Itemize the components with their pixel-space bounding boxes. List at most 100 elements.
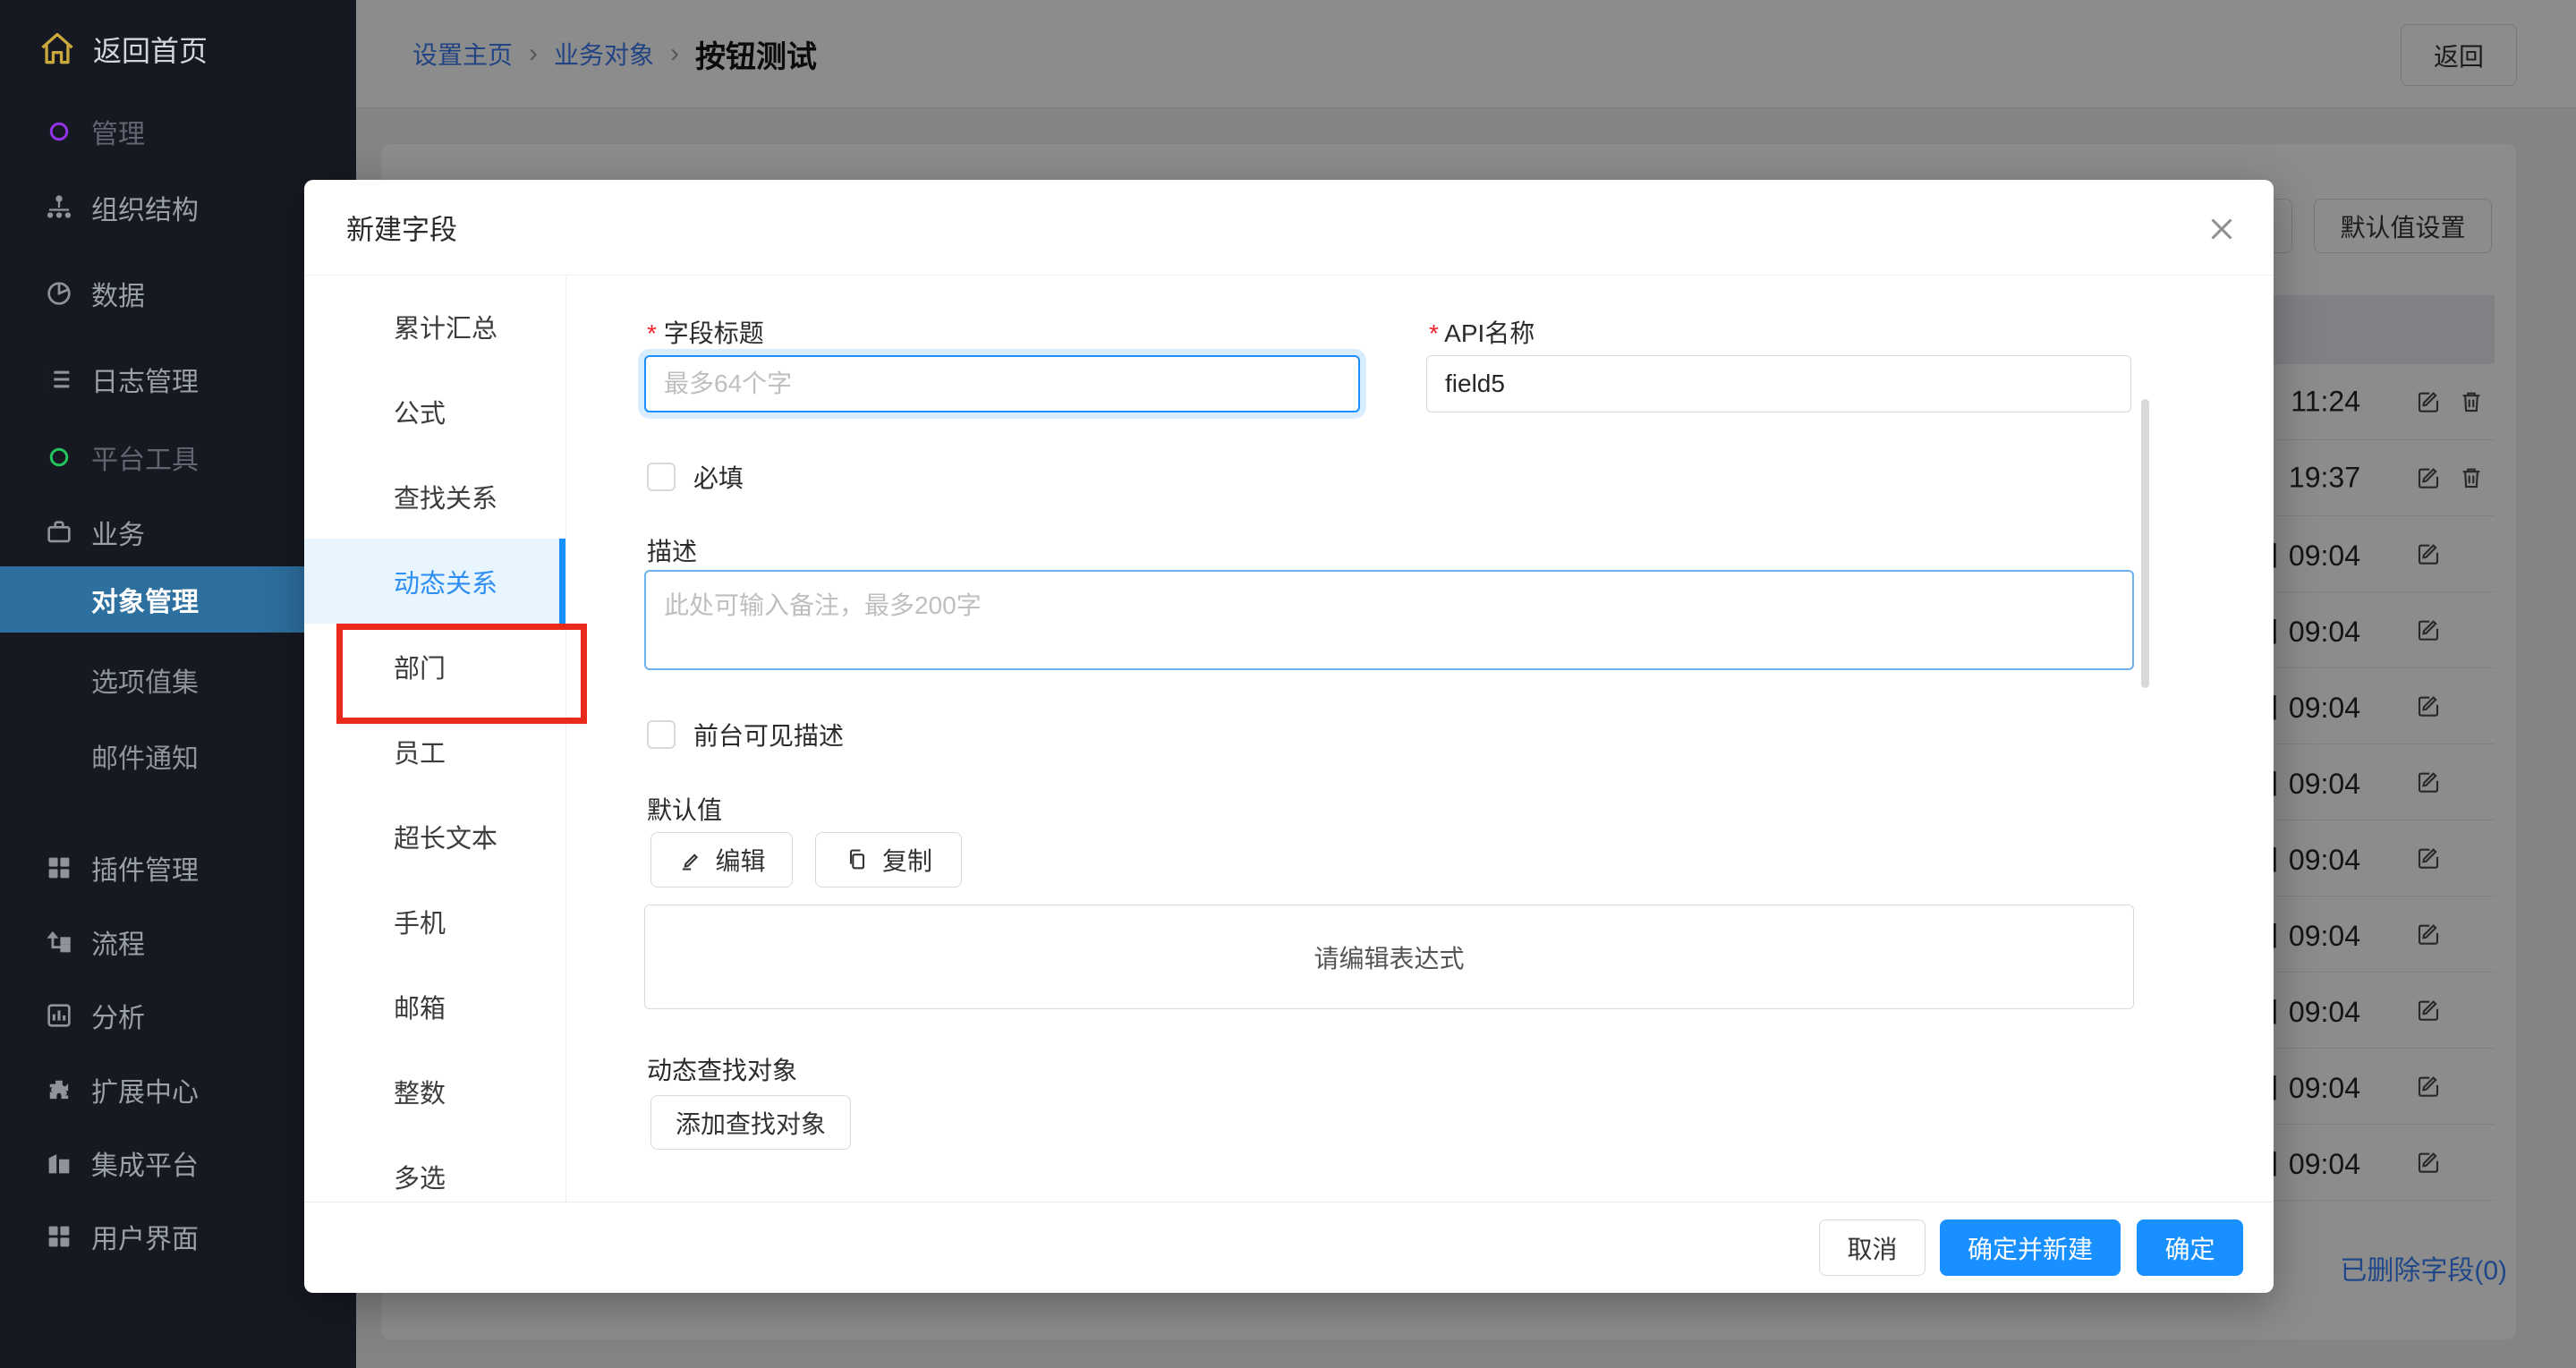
sidebar-item-0[interactable]: 管理 xyxy=(0,98,356,165)
dynamic-lookup-label: 动态查找对象 xyxy=(647,1051,797,1087)
confirm-and-new-button[interactable]: 确定并新建 xyxy=(1940,1219,2121,1276)
flow-icon xyxy=(41,924,77,960)
field-type-label: 超长文本 xyxy=(394,818,497,855)
field-type-超长文本[interactable]: 超长文本 xyxy=(304,794,565,879)
field-type-label: 多选 xyxy=(394,1158,446,1195)
sidebar-item-3[interactable]: 日志管理 xyxy=(0,346,356,412)
sidebar-item-13[interactable]: 集成平台 xyxy=(0,1130,356,1196)
description-textarea[interactable] xyxy=(644,570,2134,670)
field-type-label: 员工 xyxy=(394,733,446,770)
field-type-label: 公式 xyxy=(394,393,446,430)
sidebar-item-label: 分析 xyxy=(91,996,145,1035)
new-field-modal: 新建字段 累计汇总公式查找关系动态关系部门员工超长文本手机邮箱整数多选 字段标题… xyxy=(304,180,2274,1293)
api-name-label: API名称 xyxy=(1429,314,1535,350)
sidebar-item-label: 业务 xyxy=(91,513,145,552)
sidebar-home-label: 返回首页 xyxy=(93,29,208,70)
required-checkbox[interactable] xyxy=(647,463,676,491)
home-icon xyxy=(36,28,79,71)
field-type-label: 动态关系 xyxy=(394,563,497,600)
required-checkbox-row[interactable]: 必填 xyxy=(647,459,744,495)
default-value-label: 默认值 xyxy=(647,791,722,827)
confirm-button[interactable]: 确定 xyxy=(2137,1219,2243,1276)
building-icon xyxy=(41,1145,77,1181)
sidebar-home[interactable]: 返回首页 xyxy=(0,16,356,82)
field-type-label: 查找关系 xyxy=(394,478,497,515)
add-lookup-object-button[interactable]: 添加查找对象 xyxy=(650,1095,851,1150)
sidebar-item-label: 组织结构 xyxy=(91,188,199,227)
field-type-累计汇总[interactable]: 累计汇总 xyxy=(304,284,565,369)
required-label: 必填 xyxy=(693,459,744,495)
sidebar-item-label: 平台工具 xyxy=(91,438,199,477)
modal-body: 累计汇总公式查找关系动态关系部门员工超长文本手机邮箱整数多选 字段标题 API名… xyxy=(304,276,2274,1202)
sidebar-item-label: 管理 xyxy=(91,112,145,151)
sidebar-item-7[interactable]: 选项值集 xyxy=(0,647,356,713)
modal-header: 新建字段 xyxy=(304,180,2274,276)
sidebar-item-4[interactable]: 平台工具 xyxy=(0,424,356,490)
sidebar-item-5[interactable]: 业务 xyxy=(0,499,356,565)
grid-icon xyxy=(41,850,77,886)
log-list-icon xyxy=(41,361,77,397)
sidebar-item-11[interactable]: 分析 xyxy=(0,982,356,1049)
field-type-公式[interactable]: 公式 xyxy=(304,369,565,454)
field-title-input[interactable] xyxy=(644,355,1360,412)
expression-box[interactable]: 请编辑表达式 xyxy=(644,905,2134,1009)
field-type-label: 部门 xyxy=(394,648,446,685)
field-type-多选[interactable]: 多选 xyxy=(304,1134,565,1202)
modal-scrollbar-thumb[interactable] xyxy=(2141,399,2149,688)
modal-title: 新建字段 xyxy=(346,208,457,248)
sidebar-item-label: 集成平台 xyxy=(91,1143,199,1183)
sidebar-item-8[interactable]: 邮件通知 xyxy=(0,723,356,789)
copy-icon xyxy=(845,847,870,872)
field-type-手机[interactable]: 手机 xyxy=(304,879,565,964)
sidebar-item-label: 流程 xyxy=(91,922,145,962)
sidebar-item-label: 用户界面 xyxy=(91,1217,199,1256)
field-type-动态关系-selected[interactable]: 动态关系 xyxy=(304,539,565,624)
sidebar-item-label: 数据 xyxy=(91,274,145,313)
front-visible-checkbox-row[interactable]: 前台可见描述 xyxy=(647,717,844,752)
field-type-查找关系[interactable]: 查找关系 xyxy=(304,454,565,539)
sidebar-item-label: 邮件通知 xyxy=(91,736,199,776)
briefcase-icon xyxy=(41,514,77,550)
sidebar-item-label: 扩展中心 xyxy=(91,1070,199,1109)
modal-footer: 取消 确定并新建 确定 xyxy=(304,1202,2274,1293)
field-type-邮箱[interactable]: 邮箱 xyxy=(304,964,565,1049)
front-visible-checkbox[interactable] xyxy=(647,720,676,749)
selected-indicator-bar xyxy=(559,539,565,624)
copy-expression-button[interactable]: 复制 xyxy=(815,832,962,888)
org-chart-icon xyxy=(41,190,77,225)
grid-icon xyxy=(41,1219,77,1254)
sidebar-item-10[interactable]: 流程 xyxy=(0,909,356,975)
ring-green-icon xyxy=(41,439,77,475)
pencil-icon xyxy=(677,847,702,872)
field-title-label: 字段标题 xyxy=(647,314,764,350)
cancel-button[interactable]: 取消 xyxy=(1819,1219,1926,1276)
field-type-部门[interactable]: 部门 xyxy=(304,624,565,709)
bar-chart-icon xyxy=(41,998,77,1033)
field-type-label: 累计汇总 xyxy=(394,308,497,345)
sidebar-item-label: 日志管理 xyxy=(91,360,199,399)
field-type-整数[interactable]: 整数 xyxy=(304,1049,565,1134)
sidebar: 返回首页 管理组织结构数据日志管理平台工具业务对象管理选项值集邮件通知插件管理流… xyxy=(0,0,356,1368)
puzzle-icon xyxy=(41,1072,77,1108)
field-type-label: 邮箱 xyxy=(394,988,446,1025)
edit-expression-button[interactable]: 编辑 xyxy=(650,832,793,888)
sidebar-item-2[interactable]: 数据 xyxy=(0,260,356,327)
sidebar-item-6[interactable]: 对象管理 xyxy=(0,566,356,633)
field-type-员工[interactable]: 员工 xyxy=(304,709,565,794)
copy-button-label: 复制 xyxy=(882,842,932,878)
field-type-label: 手机 xyxy=(394,903,446,940)
field-type-list: 累计汇总公式查找关系动态关系部门员工超长文本手机邮箱整数多选 xyxy=(304,276,566,1202)
app-root: 返回首页 管理组织结构数据日志管理平台工具业务对象管理选项值集邮件通知插件管理流… xyxy=(0,0,2576,1368)
sidebar-item-9[interactable]: 插件管理 xyxy=(0,835,356,901)
sidebar-item-label: 选项值集 xyxy=(91,660,199,700)
api-name-input[interactable] xyxy=(1426,355,2131,412)
sidebar-item-12[interactable]: 扩展中心 xyxy=(0,1057,356,1123)
sidebar-item-1[interactable]: 组织结构 xyxy=(0,174,356,241)
sidebar-item-label: 对象管理 xyxy=(91,580,199,619)
description-label: 描述 xyxy=(647,532,697,568)
sidebar-item-label: 插件管理 xyxy=(91,848,199,888)
ring-purple-icon xyxy=(41,114,77,149)
close-icon[interactable] xyxy=(2202,209,2241,249)
sidebar-item-14[interactable]: 用户界面 xyxy=(0,1203,356,1270)
field-type-label: 整数 xyxy=(394,1073,446,1110)
